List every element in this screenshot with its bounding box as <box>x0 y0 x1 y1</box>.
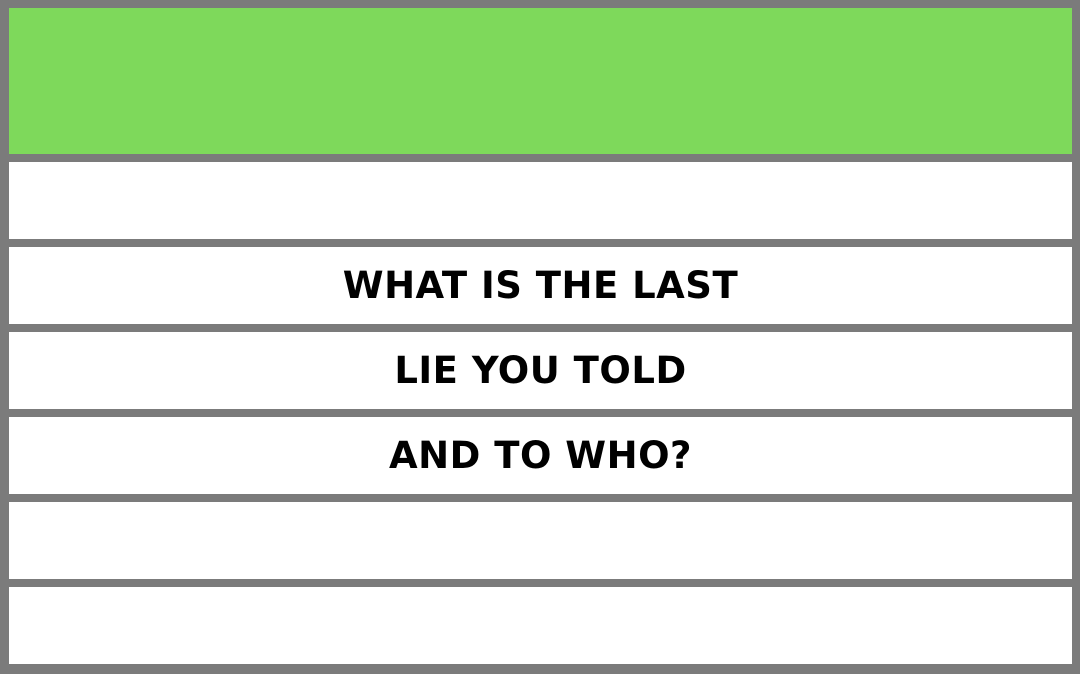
header-band <box>9 8 1072 154</box>
question-line-3: AND TO WHO? <box>389 434 692 477</box>
question-row-1: WHAT IS THE LAST <box>9 247 1072 324</box>
blank-row-2 <box>9 502 1072 579</box>
question-card: WHAT IS THE LAST LIE YOU TOLD AND TO WHO… <box>0 0 1080 674</box>
question-row-3: AND TO WHO? <box>9 417 1072 494</box>
question-line-1: WHAT IS THE LAST <box>342 264 739 307</box>
question-row-2: LIE YOU TOLD <box>9 332 1072 409</box>
blank-row-1 <box>9 162 1072 239</box>
question-line-2: LIE YOU TOLD <box>394 349 687 392</box>
blank-row-3 <box>9 587 1072 664</box>
